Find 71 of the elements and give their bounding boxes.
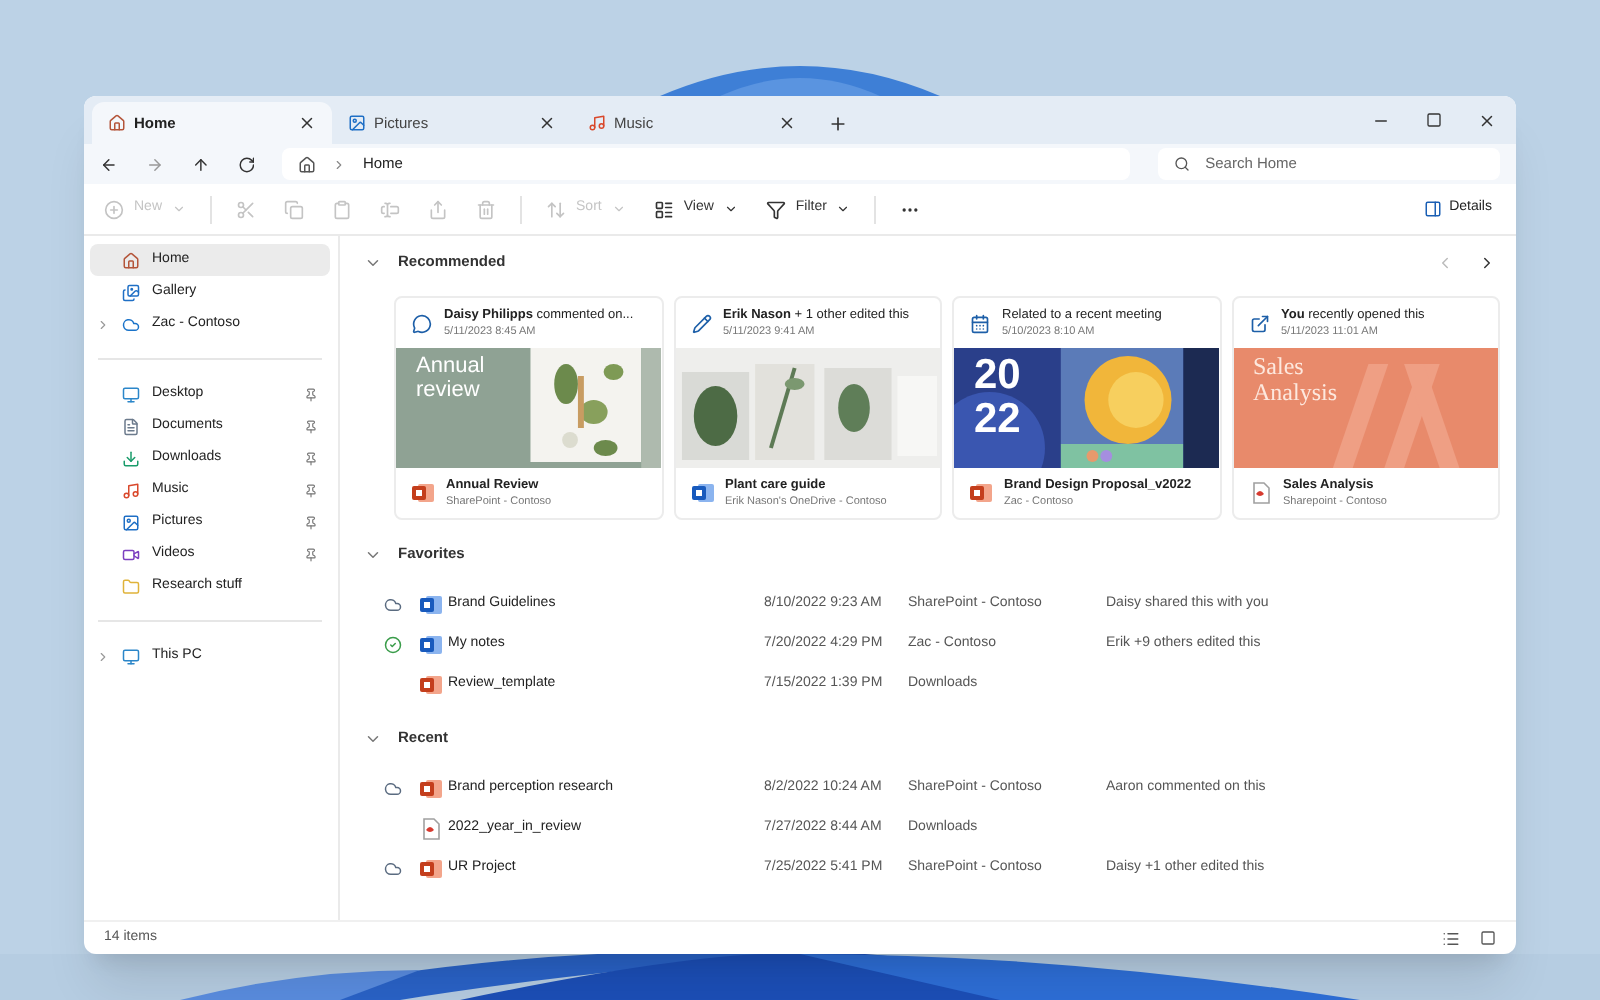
up-icon[interactable] <box>191 155 210 173</box>
download-icon <box>122 449 140 467</box>
thumbnail-text: 20 <box>974 354 1021 398</box>
view-icon <box>653 199 674 219</box>
chevron-right-icon <box>332 157 347 171</box>
cloud-icon <box>384 779 402 797</box>
cloud-icon <box>384 859 402 877</box>
search-icon <box>1173 156 1190 172</box>
picture-icon <box>348 114 366 132</box>
presentation-file-icon <box>420 777 442 799</box>
thumbnail-text: Analysis <box>1253 380 1337 406</box>
dropdown-caret-icon <box>172 202 187 216</box>
thumbnail-text: Annual <box>416 354 485 378</box>
delete-icon <box>476 199 497 219</box>
word-document-icon <box>420 633 442 655</box>
next-icon[interactable] <box>1478 253 1496 271</box>
paste-icon <box>332 199 353 219</box>
home-icon <box>122 251 140 269</box>
gallery-icon <box>122 283 140 301</box>
home-icon <box>108 114 126 132</box>
forward-icon[interactable] <box>145 155 164 173</box>
close-tab-icon[interactable] <box>298 114 316 132</box>
maximize-icon[interactable] <box>1426 112 1442 128</box>
tiles-view-icon[interactable] <box>1480 929 1496 945</box>
folder-icon <box>122 577 140 595</box>
plus-icon <box>104 199 124 219</box>
close-icon[interactable] <box>1478 111 1496 129</box>
new-tab-icon[interactable] <box>828 113 848 133</box>
pencil-icon <box>691 313 711 333</box>
expand-chevron-icon[interactable] <box>96 649 110 663</box>
picture-icon <box>122 513 140 531</box>
music-icon <box>122 481 140 499</box>
document-icon <box>122 417 140 435</box>
cloud-icon <box>122 315 140 333</box>
cut-icon <box>236 199 257 219</box>
video-icon <box>122 545 140 563</box>
monitor-icon <box>122 385 140 403</box>
thumbnail-text: review <box>416 378 482 402</box>
thumbnail-text: 22 <box>974 398 1021 442</box>
calendar-icon <box>970 313 990 333</box>
filter-icon <box>765 199 786 219</box>
dropdown-caret-icon <box>611 202 626 216</box>
back-icon[interactable] <box>100 155 118 173</box>
share-icon <box>428 199 449 219</box>
pdf-file-icon <box>1249 482 1271 504</box>
copy-icon <box>284 199 305 219</box>
check-circle-icon <box>384 635 402 653</box>
close-tab-icon[interactable] <box>538 114 556 132</box>
details-pane-icon <box>1423 200 1442 218</box>
pdf-file-icon <box>420 817 442 839</box>
computer-icon <box>122 647 140 665</box>
cloud-icon <box>384 595 402 613</box>
details-view-icon[interactable] <box>1442 929 1460 947</box>
word-document-icon <box>420 593 442 615</box>
music-icon <box>588 114 606 132</box>
close-tab-icon[interactable] <box>778 114 796 132</box>
presentation-file-icon <box>420 857 442 879</box>
presentation-file-icon <box>970 482 992 504</box>
expand-chevron-icon[interactable] <box>96 317 110 331</box>
word-document-icon <box>691 482 713 504</box>
dropdown-caret-icon <box>836 202 851 216</box>
comment-icon <box>412 313 432 333</box>
home-icon <box>298 155 317 173</box>
presentation-file-icon <box>412 482 434 504</box>
refresh-icon[interactable] <box>237 155 255 173</box>
presentation-file-icon <box>420 673 442 695</box>
sort-icon <box>546 199 567 219</box>
rename-icon <box>380 199 401 219</box>
thumbnail-text: Sales <box>1253 354 1306 380</box>
open-link-icon <box>1249 313 1269 333</box>
dropdown-caret-icon <box>723 202 738 216</box>
